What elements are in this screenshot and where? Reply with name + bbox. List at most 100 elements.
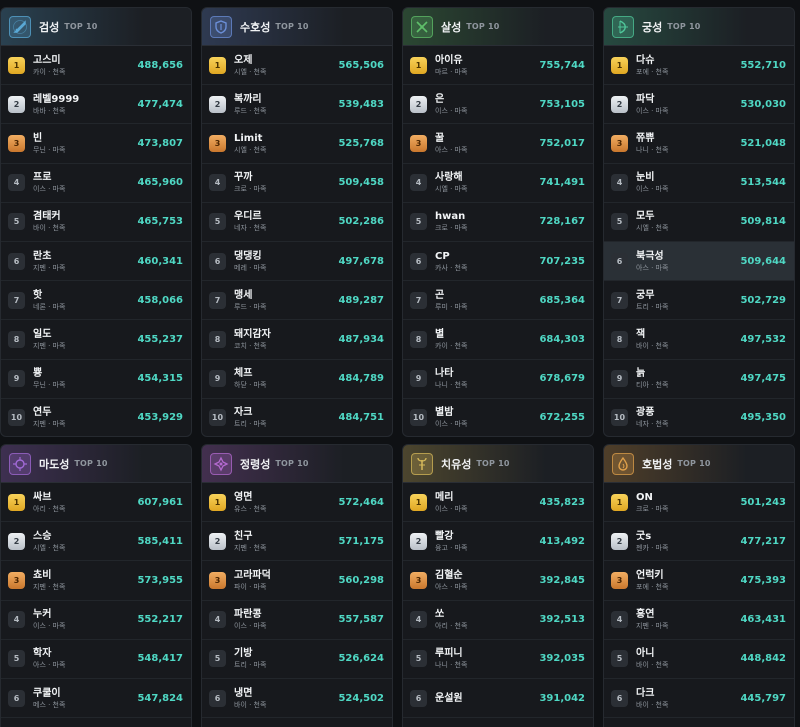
player-name[interactable]: 기방 — [234, 647, 338, 660]
ranking-row[interactable]: 6 란초 지펜 · 마족 460,341 — [1, 242, 191, 282]
player-name[interactable]: 늙 — [636, 367, 740, 380]
player-name[interactable]: 뿅 — [33, 367, 137, 380]
ranking-row[interactable]: 9 늙 티아 · 천족 497,475 — [604, 360, 794, 399]
player-name[interactable]: 운설원 — [435, 692, 539, 705]
ranking-row[interactable]: 7 궁무 트리 · 마족 502,729 — [604, 281, 794, 321]
ranking-row[interactable]: 10 별밤 이스 · 마족 672,255 — [403, 399, 593, 436]
ranking-row[interactable]: 3 언럭키 포에 · 천족 475,393 — [604, 561, 794, 601]
player-name[interactable]: 잭 — [636, 328, 740, 341]
player-name[interactable]: 오제 — [234, 54, 338, 67]
ranking-row[interactable]: 1 고스미 카이 · 천족 488,656 — [1, 46, 191, 86]
ranking-row[interactable]: 1 싸브 아리 · 천족 607,961 — [1, 483, 191, 523]
player-name[interactable]: 빨강 — [435, 530, 539, 543]
ranking-row[interactable]: 3 김혈순 아스 · 마족 392,845 — [403, 561, 593, 601]
player-name[interactable]: 모두 — [636, 210, 740, 223]
ranking-row[interactable]: 4 누커 이스 · 마족 552,217 — [1, 601, 191, 640]
ranking-row[interactable]: 1 아이유 마르 · 마족 755,744 — [403, 46, 593, 86]
ranking-row[interactable]: 6 냉면 바이 · 천족 524,502 — [202, 679, 392, 719]
player-name[interactable]: hwan — [435, 210, 539, 223]
ranking-row[interactable]: 9 체프 하닫 · 마족 484,789 — [202, 360, 392, 399]
player-name[interactable]: 사랑해 — [435, 171, 539, 184]
player-name[interactable]: 쿠쿨이 — [33, 687, 137, 700]
ranking-row[interactable]: 10 광풍 네자 · 천족 495,350 — [604, 399, 794, 436]
ranking-row[interactable]: 5 아니 바이 · 천족 448,842 — [604, 640, 794, 679]
player-name[interactable]: 아니 — [636, 647, 740, 660]
ranking-row[interactable]: 5 기방 트리 · 마족 526,624 — [202, 640, 392, 679]
ranking-row[interactable]: 6 다크 바이 · 천족 445,797 — [604, 679, 794, 719]
ranking-row[interactable]: 3 빈 무닌 · 마족 473,807 — [1, 124, 191, 164]
ranking-row[interactable]: 1 영면 유스 · 천족 572,464 — [202, 483, 392, 523]
ranking-row[interactable]: 7 핫 네론 · 마족 458,066 — [1, 281, 191, 321]
player-name[interactable]: 아이유 — [435, 54, 539, 67]
player-name[interactable]: 루피니 — [435, 647, 539, 660]
player-name[interactable]: 체프 — [234, 367, 338, 380]
player-name[interactable]: 꾸까 — [234, 171, 338, 184]
ranking-row[interactable]: 8 돼지감자 코치 · 천족 487,934 — [202, 320, 392, 360]
ranking-row[interactable]: 5 겸태커 바이 · 천족 465,753 — [1, 203, 191, 242]
ranking-row[interactable]: 2 복까리 루드 · 천족 539,483 — [202, 85, 392, 125]
ranking-row[interactable]: 9 나타 나니 · 천족 678,679 — [403, 360, 593, 399]
player-name[interactable]: 눈비 — [636, 171, 740, 184]
ranking-row[interactable]: 4 쏘 아리 · 천족 392,513 — [403, 601, 593, 640]
ranking-row[interactable]: 5 모두 시엘 · 천족 509,814 — [604, 203, 794, 242]
ranking-row[interactable]: 1 ON 크로 · 마족 501,243 — [604, 483, 794, 523]
ranking-row[interactable]: 1 오제 시엘 · 천족 565,506 — [202, 46, 392, 86]
ranking-row[interactable]: 5 hwan 크로 · 마족 728,167 — [403, 203, 593, 242]
player-name[interactable]: 빈 — [33, 132, 137, 145]
player-name[interactable]: 스승 — [33, 530, 137, 543]
ranking-row[interactable]: 8 잭 바이 · 천족 497,532 — [604, 320, 794, 360]
player-name[interactable]: 레벨9999 — [33, 93, 137, 106]
ranking-row[interactable]: 2 은 이스 · 마족 753,105 — [403, 85, 593, 125]
player-name[interactable]: 쏘 — [435, 608, 539, 621]
player-name[interactable]: 파닥 — [636, 93, 740, 106]
ranking-row[interactable]: 2 스승 시엘 · 천족 585,411 — [1, 522, 191, 562]
player-name[interactable]: 다크 — [636, 687, 740, 700]
player-name[interactable]: 흥연 — [636, 608, 740, 621]
player-name[interactable]: 쮸쀼 — [636, 132, 740, 145]
player-name[interactable]: 자크 — [234, 406, 338, 419]
ranking-row[interactable]: 1 다슈 포에 · 천족 552,710 — [604, 46, 794, 86]
player-name[interactable]: 란초 — [33, 250, 137, 263]
player-name[interactable]: 북극성 — [636, 250, 740, 263]
player-name[interactable]: 궁무 — [636, 289, 740, 302]
ranking-row[interactable]: 3 쮸쀼 나니 · 천족 521,048 — [604, 124, 794, 164]
player-name[interactable]: 굿s — [636, 530, 740, 543]
player-name[interactable]: 언럭키 — [636, 569, 740, 582]
ranking-row[interactable]: 2 파닥 이스 · 마족 530,030 — [604, 85, 794, 125]
ranking-row[interactable]: 3 Limit 시엘 · 천족 525,768 — [202, 124, 392, 164]
player-name[interactable]: 광풍 — [636, 406, 740, 419]
player-name[interactable]: 누커 — [33, 608, 137, 621]
ranking-row[interactable]: 2 빨강 융고 · 마족 413,492 — [403, 522, 593, 562]
player-name[interactable]: 별 — [435, 328, 539, 341]
player-name[interactable]: 고라파덕 — [234, 569, 338, 582]
ranking-row[interactable]: 3 꿀 아스 · 마족 752,017 — [403, 124, 593, 164]
player-name[interactable]: 댕댕킹 — [234, 250, 338, 263]
player-name[interactable]: ON — [636, 491, 740, 504]
ranking-row[interactable]: 6 댕댕킹 메레 · 마족 497,678 — [202, 242, 392, 282]
player-name[interactable]: 다슈 — [636, 54, 740, 67]
ranking-row[interactable]: 5 학자 아스 · 마족 548,417 — [1, 640, 191, 679]
player-name[interactable]: 일도 — [33, 328, 137, 341]
player-name[interactable]: 영면 — [234, 491, 338, 504]
ranking-row[interactable]: 4 흥연 지펜 · 마족 463,431 — [604, 601, 794, 640]
player-name[interactable]: 나타 — [435, 367, 539, 380]
ranking-row[interactable]: 6 쿠쿨이 메스 · 천족 547,824 — [1, 679, 191, 719]
player-name[interactable]: 김혈순 — [435, 569, 539, 582]
player-name[interactable]: CP — [435, 250, 539, 263]
ranking-row[interactable]: 3 고라파덕 파이 · 마족 560,298 — [202, 561, 392, 601]
ranking-row[interactable]: 6 운설원 391,042 — [403, 679, 593, 719]
ranking-row[interactable]: 5 루피니 나니 · 천족 392,035 — [403, 640, 593, 679]
ranking-row[interactable]: 9 뿅 무닌 · 마족 454,315 — [1, 360, 191, 399]
ranking-row[interactable]: 1 메리 이스 · 마족 435,823 — [403, 483, 593, 523]
ranking-row[interactable]: 10 연두 지펜 · 마족 453,929 — [1, 399, 191, 436]
player-name[interactable]: 쵸비 — [33, 569, 137, 582]
ranking-row[interactable]: 2 친구 지펜 · 천족 571,175 — [202, 522, 392, 562]
ranking-row[interactable]: 6 CP 카사 · 천족 707,235 — [403, 242, 593, 282]
player-name[interactable]: 곤 — [435, 289, 539, 302]
player-name[interactable]: 연두 — [33, 406, 137, 419]
ranking-row[interactable]: 4 파란콩 이스 · 마족 557,587 — [202, 601, 392, 640]
player-name[interactable]: 친구 — [234, 530, 338, 543]
player-name[interactable]: 냉면 — [234, 687, 338, 700]
player-name[interactable]: Limit — [234, 132, 338, 145]
player-name[interactable]: 싸브 — [33, 491, 137, 504]
